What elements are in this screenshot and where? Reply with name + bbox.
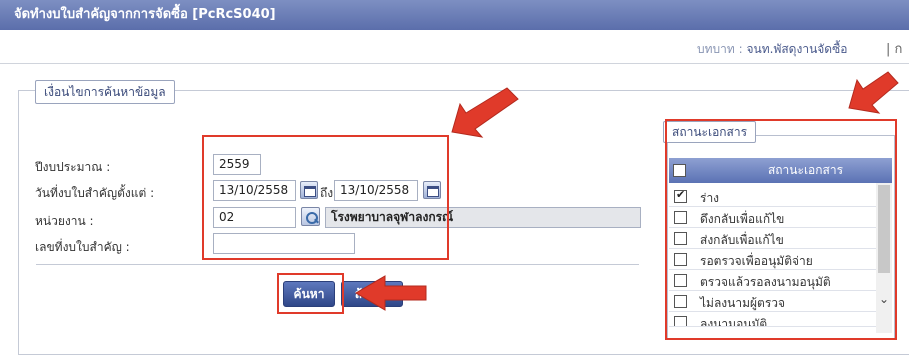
arrow-icon bbox=[848, 71, 899, 114]
annotation-arrows bbox=[355, 71, 899, 311]
arrow-icon bbox=[451, 87, 519, 138]
arrow-icon bbox=[355, 275, 427, 311]
